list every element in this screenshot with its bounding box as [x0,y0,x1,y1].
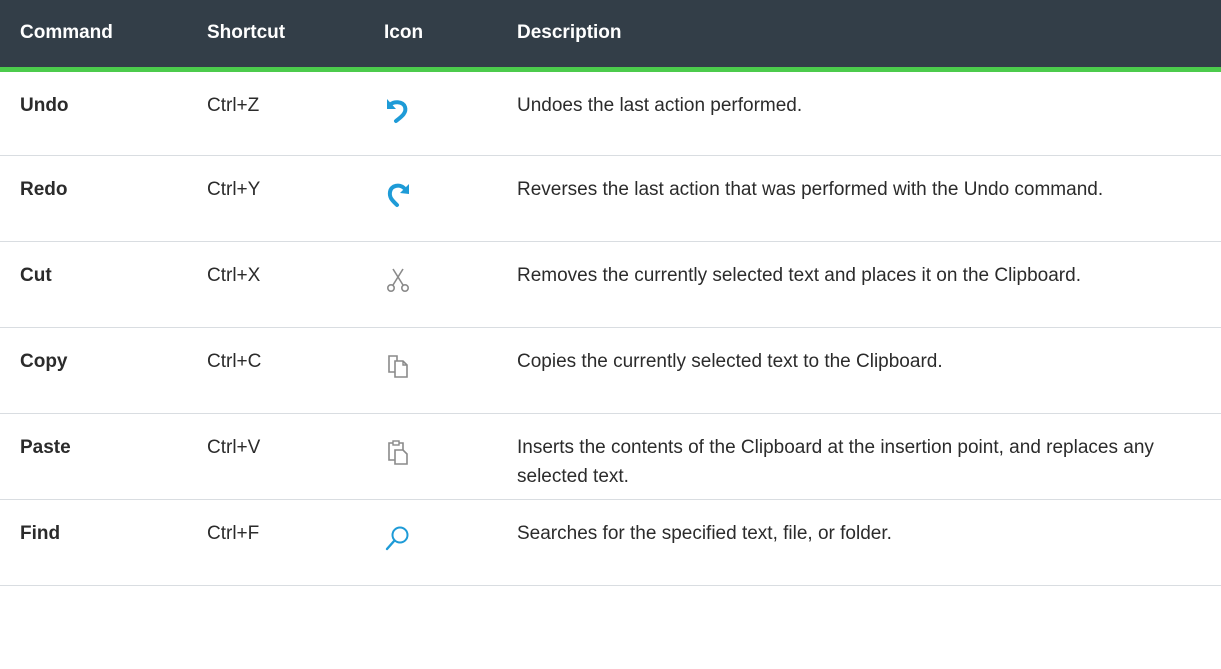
description: Copies the currently selected text to th… [497,327,1221,414]
table-row: Redo Ctrl+Y Reverses the last action tha… [0,155,1221,242]
column-header-command: Command [0,0,187,72]
undo-icon [387,98,408,123]
table-body: Undo Ctrl+Z Undoes the last action perfo… [0,69,1221,586]
command-name: Paste [0,413,187,500]
commands-table: Command Shortcut Icon Description Undo C… [0,0,1221,586]
shortcut: Ctrl+C [187,327,364,414]
description: Removes the currently selected text and … [497,241,1221,328]
paste-icon [388,439,408,465]
command-name: Copy [0,327,187,414]
table-row: Paste Ctrl+V Inserts the contents of the… [0,413,1221,500]
command-name: Redo [0,155,187,242]
header-row: Command Shortcut Icon Description [0,0,1221,72]
shortcut: Ctrl+F [187,499,364,586]
search-icon [385,526,409,550]
shortcut: Ctrl+V [187,413,364,500]
table-row: Cut Ctrl+X Removes the currently selecte… [0,241,1221,328]
table-row: Copy Ctrl+C Copies the currently selecte… [0,327,1221,414]
column-header-shortcut: Shortcut [187,0,364,72]
command-name: Find [0,499,187,586]
command-name: Undo [0,69,187,156]
description: Searches for the specified text, file, o… [497,499,1221,586]
table-header: Command Shortcut Icon Description [0,0,1221,72]
shortcut: Ctrl+X [187,241,364,328]
description: Reverses the last action that was perfor… [497,155,1221,242]
scissors-icon [386,268,409,292]
column-header-description: Description [497,0,1221,72]
table-row: Undo Ctrl+Z Undoes the last action perfo… [0,69,1221,156]
redo-icon [387,183,409,207]
shortcut: Ctrl+Y [187,155,364,242]
shortcut: Ctrl+Z [187,69,364,156]
command-name: Cut [0,241,187,328]
description: Inserts the contents of the Clipboard at… [497,413,1221,500]
description: Undoes the last action performed. [497,69,1221,156]
column-header-icon: Icon [364,0,497,72]
copy-icon [388,354,408,378]
table-row: Find Ctrl+F Searches for the specified t… [0,499,1221,586]
